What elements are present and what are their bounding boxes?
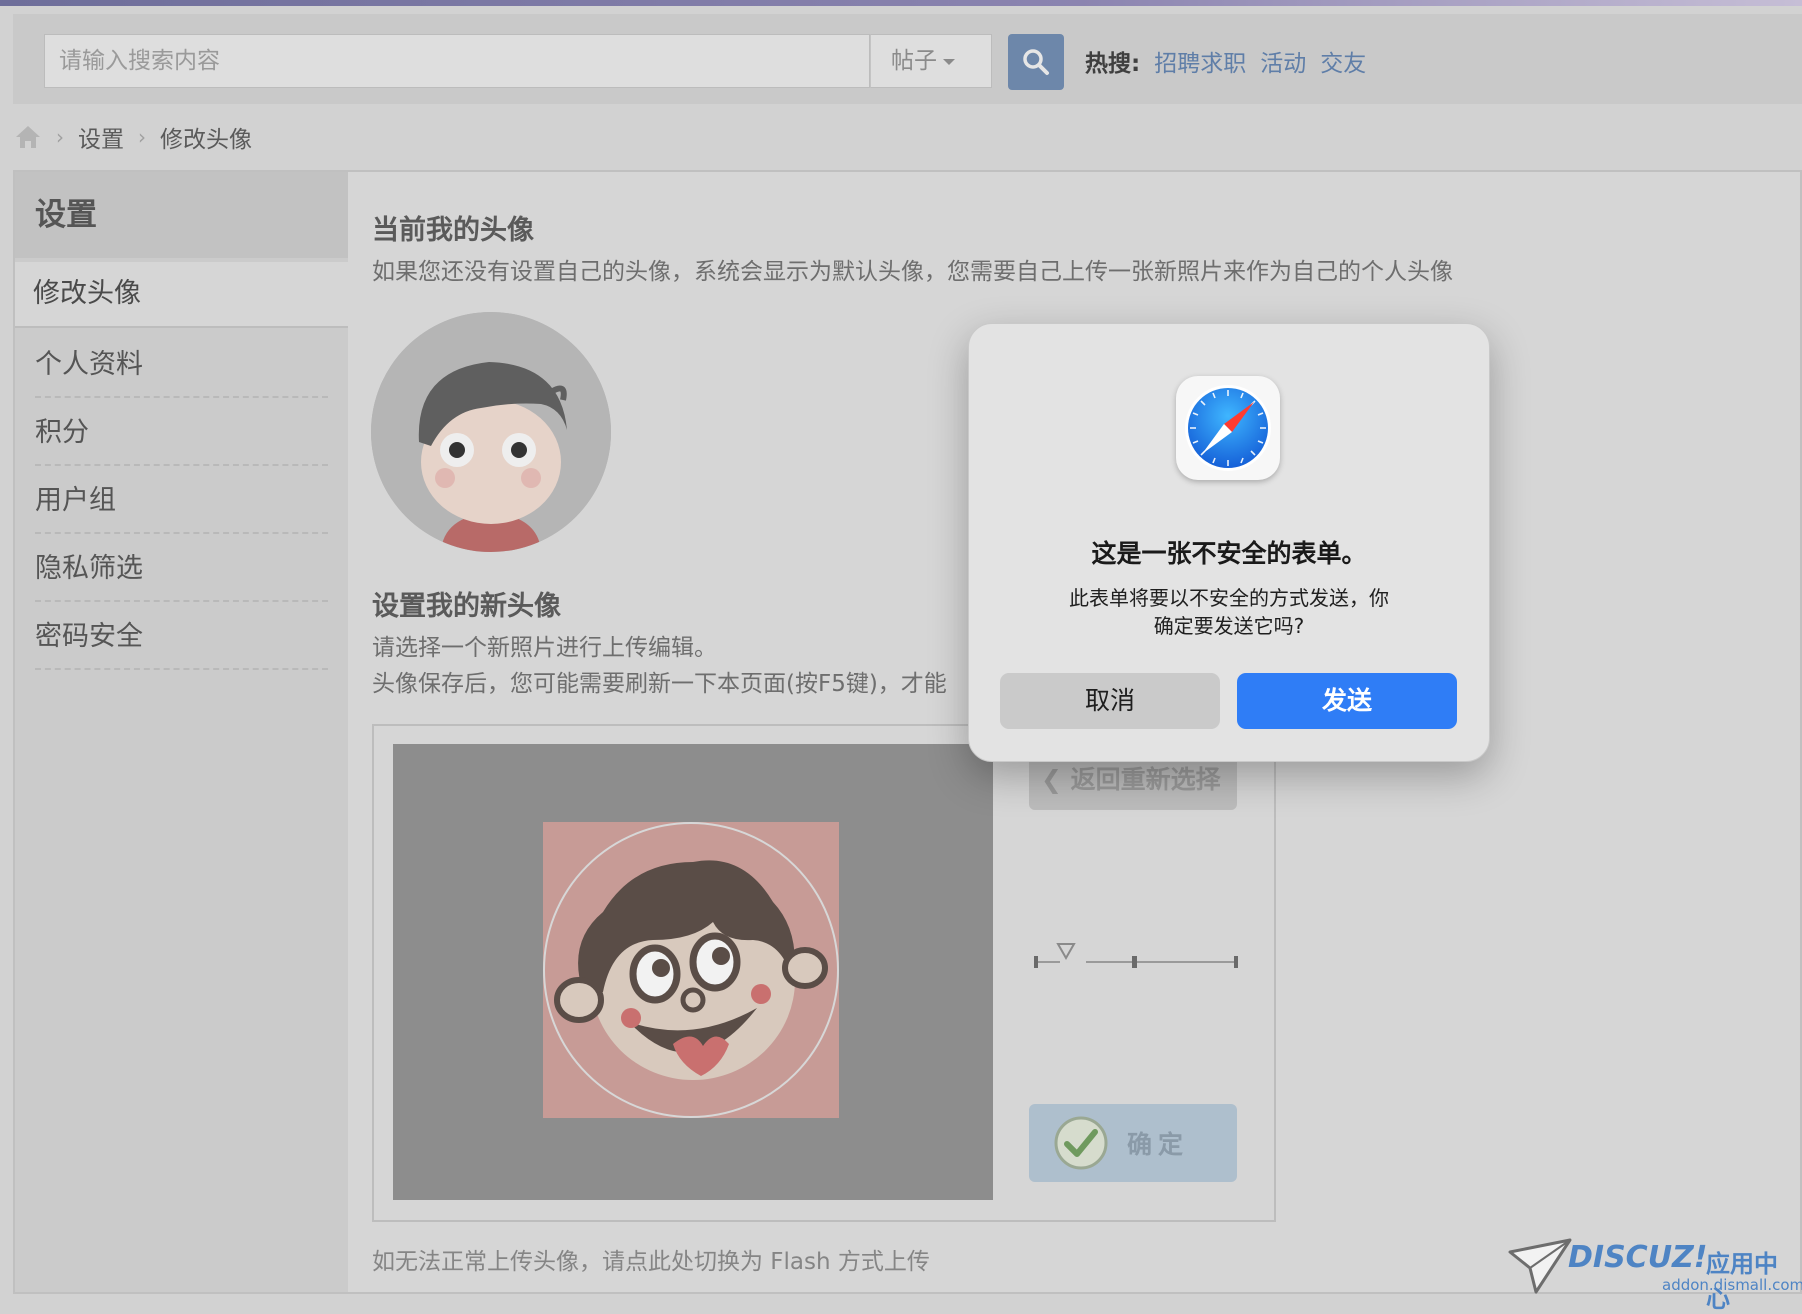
sidebar-item-credits[interactable]: 积分 (35, 400, 328, 466)
crop-circle-guide (543, 822, 839, 1118)
new-avatar-refresh-note: 头像保存后，您可能需要刷新一下本页面(按F5键)，才能 (372, 671, 947, 697)
home-icon[interactable] (14, 124, 42, 150)
watermark-brand: DISCUZ! (1568, 1240, 1708, 1275)
breadcrumb-separator: › (138, 125, 146, 149)
cancel-button[interactable]: 取消 (1000, 673, 1220, 729)
breadcrumb-current: 修改头像 (160, 127, 252, 153)
watermark-url: addon.dismall.com (1662, 1276, 1802, 1294)
breadcrumb-separator: › (56, 125, 64, 149)
send-button[interactable]: 发送 (1237, 673, 1457, 729)
breadcrumb: › 设置 › 修改头像 (14, 120, 252, 154)
avatar (371, 312, 611, 552)
paper-plane-icon (1508, 1238, 1572, 1294)
discuz-watermark: DISCUZ! 应用中心 addon.dismall.com (1508, 1238, 1802, 1313)
confirm-button[interactable]: 确定 (1029, 1104, 1237, 1182)
chevron-left-icon: ❮ (1041, 765, 1062, 794)
hot-link-friends[interactable]: 交友 (1320, 51, 1366, 77)
dialog-title: 这是一张不安全的表单。 (1091, 539, 1367, 568)
dialog-message: 此表单将要以不安全的方式发送，你 确定要发送它吗? (1029, 584, 1429, 640)
sidebar-title: 设置 (15, 172, 348, 258)
confirm-label: 确定 (1127, 1130, 1190, 1159)
current-avatar-description: 如果您还没有设置自己的头像，系统会显示为默认头像，您需要自己上传一张新照片来作为… (372, 259, 1453, 285)
sidebar-item-usergroup[interactable]: 用户组 (35, 468, 328, 534)
safari-compass-icon (1176, 376, 1280, 480)
default-avatar-image (371, 312, 611, 552)
sidebar-item-avatar[interactable]: 修改头像 (15, 262, 348, 328)
checkmark-icon (1054, 1116, 1108, 1170)
hot-search-label: 热搜: (1085, 51, 1141, 77)
dialog-message-line1: 此表单将要以不安全的方式发送，你 (1069, 586, 1389, 610)
zoom-slider-track (1034, 943, 1238, 968)
zoom-slider[interactable] (1034, 942, 1239, 972)
breadcrumb-settings[interactable]: 设置 (78, 120, 124, 154)
top-accent-bar (0, 0, 1802, 6)
new-avatar-heading: 设置我的新头像 (372, 591, 561, 622)
search-type-select[interactable]: 帖子 (870, 34, 992, 88)
sidebar-item-profile[interactable]: 个人资料 (35, 332, 328, 398)
current-avatar-heading: 当前我的头像 (372, 215, 534, 246)
sidebar-item-password[interactable]: 密码安全 (35, 604, 328, 670)
hot-link-events[interactable]: 活动 (1260, 51, 1306, 77)
new-avatar-instruction: 请选择一个新照片进行上传编辑。 (372, 635, 717, 661)
hot-link-jobs[interactable]: 招聘求职 (1154, 51, 1246, 77)
search-input[interactable]: 请输入搜索内容 (44, 34, 870, 88)
search-button[interactable] (1008, 34, 1064, 90)
flash-upload-link[interactable]: 如无法正常上传头像，请点此处切换为 Flash 方式上传 (372, 1242, 930, 1276)
reselect-label: 返回重新选择 (1070, 765, 1221, 794)
dialog-message-line2: 确定要发送它吗? (1153, 614, 1305, 638)
search-icon (1023, 49, 1049, 75)
hot-search: 热搜: 招聘求职 活动 交友 (1085, 44, 1366, 78)
chevron-down-icon (943, 58, 955, 65)
sidebar-item-privacy[interactable]: 隐私筛选 (35, 536, 328, 602)
insecure-form-dialog: 这是一张不安全的表单。 此表单将要以不安全的方式发送，你 确定要发送它吗? 取消… (968, 323, 1490, 762)
search-type-label: 帖子 (891, 48, 937, 74)
